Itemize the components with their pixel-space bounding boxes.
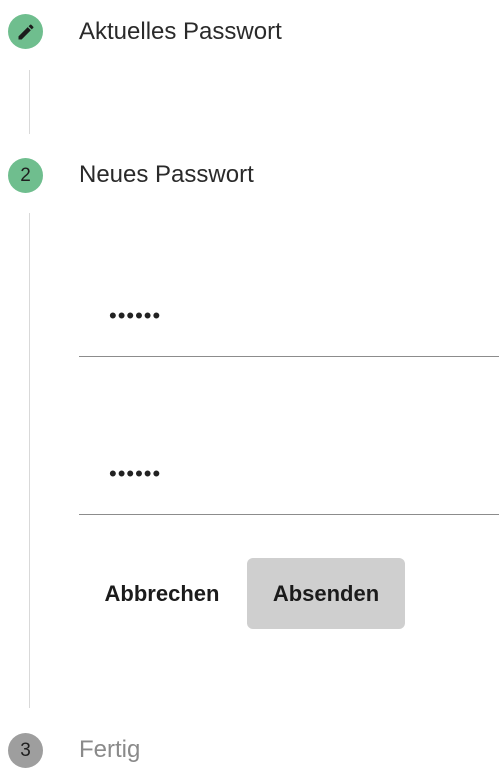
step-2-number-badge: 2 <box>8 158 43 193</box>
step-connector-1 <box>29 70 30 134</box>
submit-button[interactable]: Absenden <box>247 558 405 629</box>
pencil-icon <box>18 23 34 39</box>
new-password-field <box>79 279 499 357</box>
step-1-label[interactable]: Aktuelles Passwort <box>79 17 282 47</box>
cancel-button[interactable]: Abbrechen <box>80 558 244 629</box>
step-2-number: 2 <box>20 164 31 186</box>
step-2-label: Neues Passwort <box>79 161 254 188</box>
password-stepper: Aktuelles Passwort 2 Neues Passwort Abbr… <box>0 0 499 769</box>
step-3-number-badge: 3 <box>8 733 43 768</box>
new-password-input[interactable] <box>109 301 469 331</box>
confirm-password-field <box>79 437 499 515</box>
step-3-label: Fertig <box>79 736 141 763</box>
confirm-password-input[interactable] <box>109 459 469 489</box>
step-connector-2 <box>29 213 30 708</box>
step-1-edit-icon[interactable] <box>8 14 43 49</box>
step-3-number: 3 <box>20 739 31 761</box>
